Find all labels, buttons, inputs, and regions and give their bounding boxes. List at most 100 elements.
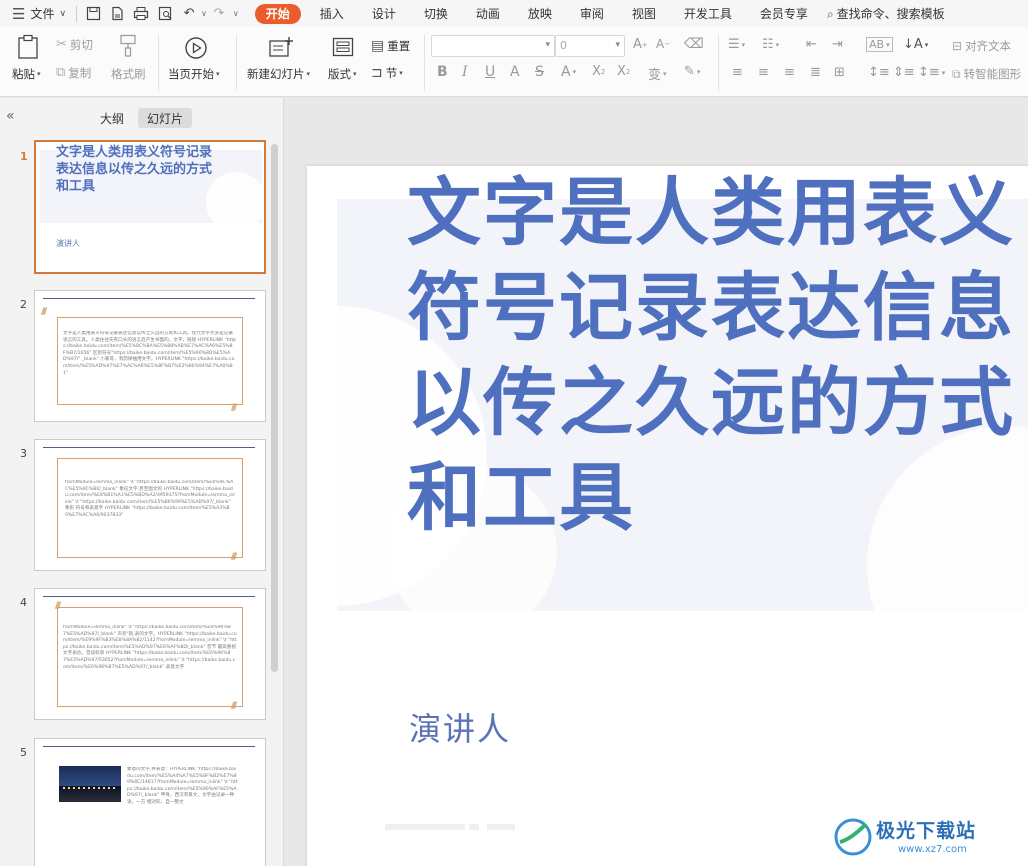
reset-button[interactable]: ▤ 重置: [371, 38, 410, 54]
clear-format-icon[interactable]: ⌫: [684, 36, 704, 52]
save-icon[interactable]: [83, 5, 103, 23]
cut-button[interactable]: ✂ 剪切: [56, 37, 93, 53]
font-family-select[interactable]: ▾: [431, 35, 555, 57]
font-size-select[interactable]: 0 ▾: [555, 35, 625, 57]
section-button[interactable]: ⊐ 节 ▾: [371, 65, 403, 81]
play-icon[interactable]: [183, 35, 209, 61]
paragraph-spacing-icon[interactable]: ⇕≡: [893, 65, 915, 80]
ribbon-toolbar: 粘贴 ▾ ✂ 剪切 ⧉ 复制 格式刷 当页开始 ▾ 新建幻灯片 ▾ 版式 ▾ ▤…: [0, 27, 1028, 97]
paste-button[interactable]: 粘贴 ▾: [12, 66, 41, 82]
scissors-icon: ✂: [56, 37, 67, 52]
undo-icon[interactable]: ↶: [179, 5, 199, 23]
tab-design[interactable]: 设计: [363, 0, 405, 27]
tab-home[interactable]: 开始: [254, 3, 301, 24]
copy-button[interactable]: ⧉ 复制: [56, 65, 91, 81]
watermark-logo-icon: [834, 818, 872, 856]
distribute-icon[interactable]: ⊞: [834, 65, 845, 80]
align-right-icon[interactable]: ≡: [784, 65, 795, 80]
thumb-header-line: [43, 596, 255, 597]
decrease-font-icon[interactable]: A −: [656, 37, 670, 51]
file-menu[interactable]: ☰ 文件 ∨: [12, 0, 66, 27]
current-slide[interactable]: 文字是人类用表义符号记录表达信息以传之久远的方式和工具 演讲人: [307, 166, 1028, 866]
reset-icon: ▤: [371, 38, 385, 54]
tab-slides[interactable]: 幻灯片: [138, 108, 192, 128]
line-spacing-icon[interactable]: ↕≡: [868, 65, 890, 80]
chevron-down-icon: ▾: [615, 40, 620, 50]
bold-icon[interactable]: B: [437, 64, 448, 80]
tab-slideshow[interactable]: 放映: [519, 0, 561, 27]
chevron-down-icon[interactable]: ∨: [233, 7, 239, 21]
text-direction-icon[interactable]: AB ▾: [866, 37, 893, 52]
format-painter-icon[interactable]: [116, 33, 140, 59]
increase-font-icon[interactable]: A +: [633, 37, 648, 52]
tab-outline[interactable]: 大纲: [94, 108, 130, 128]
underline-icon[interactable]: U: [485, 64, 495, 80]
align-text-button[interactable]: ⊟ 对齐文本: [952, 38, 1011, 54]
bullet-list-icon[interactable]: ☰ ▾: [728, 37, 745, 52]
tab-developer[interactable]: 开发工具: [675, 0, 741, 27]
justify-icon[interactable]: ≣: [810, 65, 821, 80]
strikethrough-icon[interactable]: S: [535, 64, 544, 80]
slide-thumbnail-1[interactable]: 文字是人类用表义符号记录表达信息以传之久远的方式和工具 演讲人: [34, 140, 266, 274]
new-slide-button[interactable]: 新建幻灯片 ▾: [247, 66, 310, 82]
align-text-label: 对齐文本: [965, 39, 1012, 53]
layout-label: 版式: [328, 67, 351, 81]
tab-transition[interactable]: 切换: [415, 0, 457, 27]
thumb-hatch: ////: [231, 403, 237, 413]
slide-thumbnail-4[interactable]: //// //// fromModule=lemma_inlink" \t "h…: [34, 588, 266, 720]
thumb-hatch: ////: [55, 601, 61, 611]
tab-animation[interactable]: 动画: [467, 0, 509, 27]
new-slide-icon[interactable]: [267, 35, 295, 59]
slide-title[interactable]: 文字是人类用表义符号记录表达信息以传之久远的方式和工具: [407, 166, 1028, 541]
export-pdf-icon[interactable]: [107, 5, 127, 23]
paste-icon[interactable]: [14, 33, 42, 61]
format-painter-label: 格式刷: [111, 67, 146, 81]
numbered-list-icon[interactable]: ☷ ▾: [762, 37, 779, 52]
divider: [76, 5, 78, 22]
layout-icon[interactable]: [331, 36, 355, 58]
subscript-icon[interactable]: X2: [617, 64, 630, 79]
footer-bar: [469, 824, 479, 830]
tab-review[interactable]: 审阅: [571, 0, 613, 27]
tab-member[interactable]: 会员专享: [751, 0, 817, 27]
slide-speaker[interactable]: 演讲人: [409, 704, 511, 750]
phonetic-icon[interactable]: 变 ▾: [648, 64, 667, 83]
italic-icon[interactable]: I: [462, 64, 468, 80]
slide-thumbnail-3[interactable]: //// fromModule=lemma_inlink" \t "https:…: [34, 439, 266, 571]
highlight-icon[interactable]: ✎ ▾: [684, 64, 700, 79]
format-painter-button[interactable]: 格式刷: [111, 66, 146, 82]
slide-thumbnail-5[interactable]: 象意的文字,并表意：HYPERLINK "https://baike.baidu…: [34, 738, 266, 866]
file-menu-label: 文件: [30, 7, 55, 21]
reset-label: 重置: [387, 39, 411, 53]
smartart-button[interactable]: ⧉ 转智能图形: [952, 66, 1021, 82]
thumb-night-photo: [59, 766, 121, 802]
chevron-down-icon: ▾: [353, 70, 357, 78]
font-size-value: 0: [560, 39, 567, 52]
chevron-down-icon[interactable]: ∨: [201, 7, 207, 21]
play-from-current-button[interactable]: 当页开始 ▾: [168, 66, 220, 82]
layout-button[interactable]: 版式 ▾: [328, 66, 357, 82]
thumb-header-line: [43, 447, 255, 448]
print-preview-icon[interactable]: [155, 5, 175, 23]
search-icon: ⌕: [826, 6, 834, 21]
command-search[interactable]: ⌕ 查找命令、搜索模板: [827, 0, 945, 27]
superscript-icon[interactable]: X2: [592, 64, 605, 79]
slide-thumbnail-2[interactable]: //// //// 文字是人类用表义符号记录表达信息以传之久远的方式和工具。现代…: [34, 290, 266, 422]
increase-indent-icon[interactable]: ⇥: [832, 37, 843, 52]
tab-view[interactable]: 视图: [623, 0, 665, 27]
font-color-icon[interactable]: A ▾: [561, 64, 576, 80]
decrease-indent-icon[interactable]: ⇤: [806, 37, 817, 52]
print-icon[interactable]: [131, 5, 151, 23]
shadow-icon[interactable]: A: [510, 64, 520, 80]
align-center-icon[interactable]: ≡: [758, 65, 769, 80]
redo-icon[interactable]: ↷: [209, 5, 229, 23]
footer-bar: [487, 824, 515, 830]
column-spacing-icon[interactable]: ↕≡ ▾: [918, 65, 945, 80]
tab-insert[interactable]: 插入: [311, 0, 353, 27]
align-left-icon[interactable]: ≡: [732, 65, 743, 80]
slide-number: 1: [20, 150, 28, 163]
chevron-down-icon: ∨: [59, 8, 67, 19]
sort-icon[interactable]: ↓A ▾: [903, 37, 928, 52]
panel-scrollbar[interactable]: [271, 144, 278, 672]
collapse-panel-icon[interactable]: «: [6, 108, 15, 124]
